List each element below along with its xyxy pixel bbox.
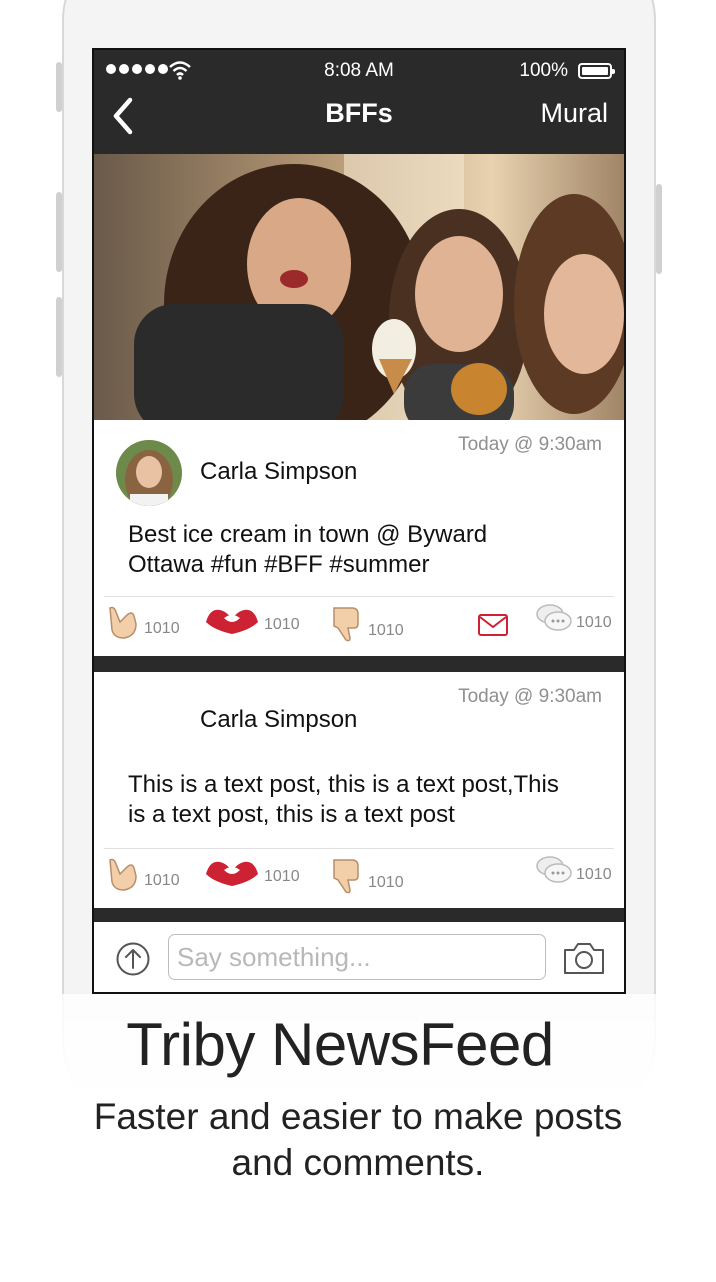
post-author[interactable]: Carla Simpson (200, 706, 357, 734)
divider (104, 596, 614, 597)
thumbs-down-reaction[interactable]: 1010 (330, 604, 404, 642)
post-card: Today @ 9:30am Carla Simpson Best ice cr… (94, 420, 624, 656)
post-author[interactable]: Carla Simpson (200, 458, 357, 486)
battery-percentage: 100% (519, 60, 568, 81)
thumbs-down-count: 1010 (368, 622, 404, 639)
power-button (656, 184, 662, 274)
hang-loose-icon (109, 858, 137, 891)
post-actions: 1010 1010 1010 1010 (94, 852, 624, 902)
avatar-photo (116, 440, 182, 506)
comment-bubbles-icon (536, 604, 572, 631)
promo-subline-line: Faster and easier to make posts (93, 1096, 623, 1137)
promo-subline: Faster and easier to make posts and comm… (0, 1094, 716, 1186)
post-actions: 1010 1010 1010 1010 (94, 600, 624, 650)
navigation-bar: BFFs Mural (94, 90, 624, 150)
post-text-line: Ottawa #fun #BFF #summer (128, 551, 430, 578)
comment-input[interactable] (168, 934, 546, 980)
camera-icon[interactable] (562, 940, 606, 976)
heart-hands-reaction[interactable]: 1010 (204, 604, 300, 636)
comments-count: 1010 (576, 614, 612, 631)
post-text: This is a text post, this is a text post… (128, 770, 608, 830)
mail-icon (478, 614, 508, 636)
comments-count: 1010 (576, 866, 612, 883)
heart-hands-count: 1010 (264, 616, 300, 633)
mute-switch (56, 62, 62, 112)
comments-button[interactable]: 1010 (536, 604, 612, 634)
hang-loose-icon (109, 606, 137, 639)
post-text-line: is a text post, this is a text post (128, 801, 455, 828)
heart-hands-reaction[interactable]: 1010 (204, 856, 300, 888)
compose-bar (94, 922, 624, 992)
comment-bubbles-icon (536, 856, 572, 883)
hang-loose-reaction[interactable]: 1010 (106, 604, 180, 640)
post-timestamp: Today @ 9:30am (458, 686, 602, 707)
post-text: Best ice cream in town @ Byward Ottawa #… (128, 520, 608, 580)
thumbs-down-icon (333, 607, 359, 642)
post-text-line: This is a text post, this is a text post… (128, 771, 559, 798)
heart-hands-icon (206, 609, 258, 634)
status-bar: 8:08 AM 100% (94, 50, 624, 90)
post-timestamp: Today @ 9:30am (458, 434, 602, 455)
phone-screen: 8:08 AM 100% BFFs Mural Today @ 9:30am C… (92, 48, 626, 994)
hang-loose-reaction[interactable]: 1010 (106, 856, 180, 892)
mural-button[interactable]: Mural (540, 98, 608, 129)
post-photo[interactable] (94, 154, 624, 420)
comments-button[interactable]: 1010 (536, 856, 612, 886)
upload-arrow-icon[interactable] (116, 942, 150, 976)
thumbs-down-reaction[interactable]: 1010 (330, 856, 404, 894)
message-button[interactable] (478, 614, 508, 636)
post-card: Today @ 9:30am Carla Simpson This is a t… (94, 672, 624, 908)
promo-subline-line: and comments. (231, 1142, 485, 1183)
heart-hands-count: 1010 (264, 868, 300, 885)
avatar[interactable] (116, 440, 182, 506)
promo-headline: Triby NewsFeed (126, 1011, 554, 1078)
volume-down-button (56, 297, 62, 377)
heart-hands-icon (206, 861, 258, 886)
divider (104, 848, 614, 849)
post-text-line: Best ice cream in town @ Byward (128, 521, 488, 548)
thumbs-down-icon (333, 859, 359, 894)
hang-loose-count: 1010 (144, 872, 180, 889)
battery-icon (578, 63, 615, 79)
volume-up-button (56, 192, 62, 272)
friends-eating-ice-cream-image (94, 154, 624, 420)
hang-loose-count: 1010 (144, 620, 180, 637)
thumbs-down-count: 1010 (368, 874, 404, 891)
